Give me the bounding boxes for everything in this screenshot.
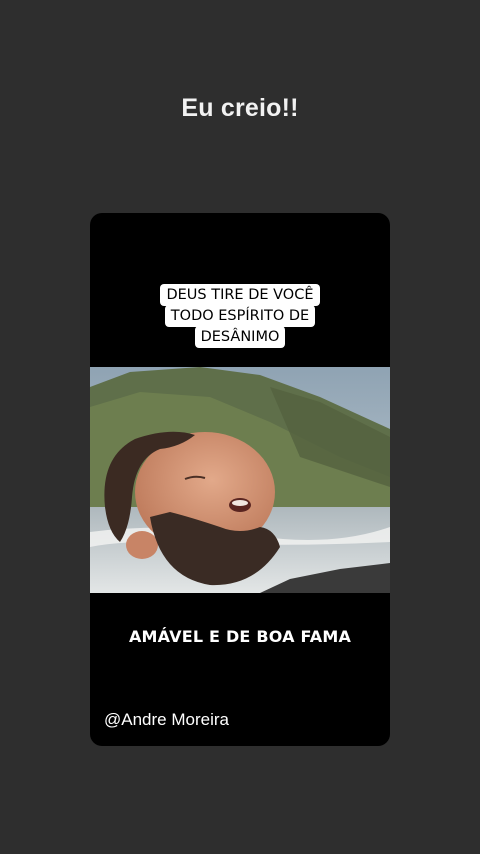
video-label-line-3: DESÂNIMO <box>194 326 286 348</box>
story-page: Eu creio!! DEUS TIRE DE VOCÊ TODO ESPÍRI… <box>0 0 480 854</box>
video-bottom-text: AMÁVEL E DE BOA FAMA <box>128 627 352 646</box>
video-label-line-2: TODO ESPÍRITO DE <box>164 305 316 327</box>
video-label-line-1: DEUS TIRE DE VOCÊ <box>160 284 320 306</box>
video-card[interactable]: DEUS TIRE DE VOCÊ TODO ESPÍRITO DE DESÂN… <box>90 213 390 746</box>
video-frame-image <box>90 367 390 593</box>
video-top-label: DEUS TIRE DE VOCÊ TODO ESPÍRITO DE DESÂN… <box>90 284 390 348</box>
story-caption: Eu creio!! <box>181 94 299 122</box>
creator-watermark: @Andre Moreira <box>104 710 229 729</box>
